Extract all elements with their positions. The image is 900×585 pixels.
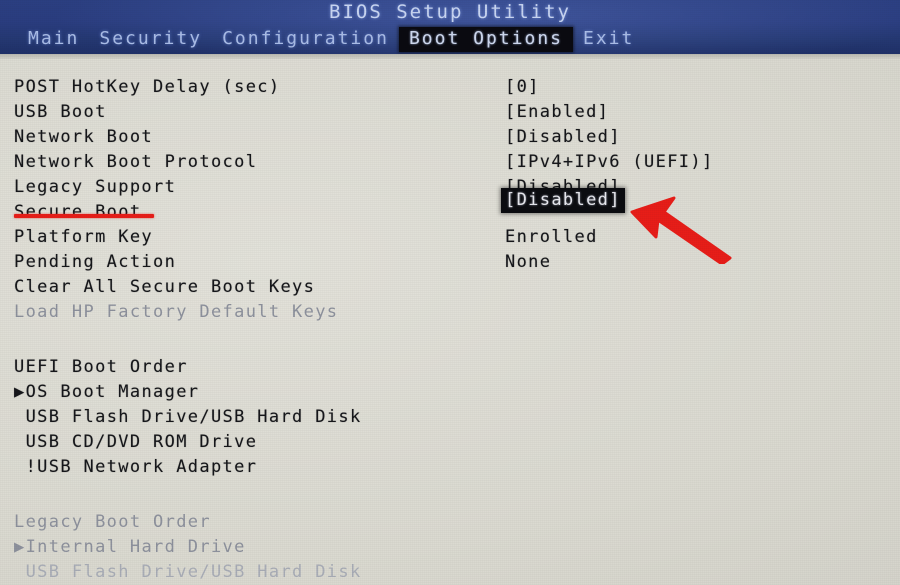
setting-label-usb-boot[interactable]: USB Boot xyxy=(14,103,107,122)
page-title: BIOS Setup Utility xyxy=(329,1,571,23)
uefi-boot-item-usb-flash-drive[interactable]: USB Flash Drive/USB Hard Disk xyxy=(14,408,362,427)
setting-label-pending-action: Pending Action xyxy=(14,252,177,272)
setting-value-post-hotkey-delay[interactable]: [0] xyxy=(505,78,540,97)
setting-value-network-boot[interactable]: [Disabled] xyxy=(505,128,621,147)
uefi-boot-item-label: OS Boot Manager xyxy=(25,382,200,402)
tab-boot-options[interactable]: Boot Options xyxy=(398,27,573,52)
uefi-boot-item-os-boot-manager[interactable]: ▶OS Boot Manager xyxy=(14,383,199,402)
legacy-boot-item-internal-hard-drive: ▶Internal Hard Drive xyxy=(14,538,246,557)
uefi-boot-item-label: USB Flash Drive/USB Hard Disk xyxy=(25,407,362,427)
setting-label-legacy-support[interactable]: Legacy Support xyxy=(14,178,176,197)
setting-label-post-hotkey-delay[interactable]: POST HotKey Delay (sec) xyxy=(14,78,280,97)
setting-label-load-hp-factory-default-keys: Load HP Factory Default Keys xyxy=(14,302,339,322)
setting-label-platform-key: Platform Key xyxy=(14,227,154,247)
setting-label-clear-all-secure-boot-keys[interactable]: Clear All Secure Boot Keys xyxy=(14,278,315,297)
list-marker xyxy=(14,432,26,452)
uefi-boot-item-label: USB Network Adapter xyxy=(37,457,258,477)
tab-security[interactable]: Security xyxy=(89,27,212,52)
menu-tab-bar: Main Security Configuration Boot Options… xyxy=(18,27,644,52)
uefi-boot-item-usb-cd-dvd-rom[interactable]: USB CD/DVD ROM Drive xyxy=(14,433,257,452)
setting-label-network-boot[interactable]: Network Boot xyxy=(14,128,153,147)
uefi-boot-item-label: USB CD/DVD ROM Drive xyxy=(25,432,258,452)
setting-value-platform-key: Enrolled xyxy=(505,227,598,247)
bios-header-bar: BIOS Setup Utility Main Security Configu… xyxy=(0,0,900,54)
list-marker xyxy=(14,407,26,427)
tab-configuration[interactable]: Configuration xyxy=(212,27,399,52)
setting-label-network-boot-protocol[interactable]: Network Boot Protocol xyxy=(14,153,257,172)
legacy-boot-order-heading: Legacy Boot Order xyxy=(14,512,211,532)
legacy-boot-item-usb-flash-drive: USB Flash Drive/USB Hard Disk xyxy=(14,563,362,582)
boot-options-pane: POST HotKey Delay (sec) USB Boot Network… xyxy=(0,59,900,585)
tab-exit[interactable]: Exit xyxy=(573,27,644,52)
setting-label-secure-boot[interactable]: Secure Boot xyxy=(14,203,141,222)
warning-marker-icon: ! xyxy=(14,457,38,477)
uefi-boot-order-heading: UEFI Boot Order xyxy=(14,357,188,377)
red-underline-annotation xyxy=(14,214,154,218)
setting-value-usb-boot[interactable]: [Enabled] xyxy=(505,103,609,122)
legacy-boot-item-label: Internal Hard Drive xyxy=(25,537,246,557)
selection-arrow-icon: ▶ xyxy=(14,382,26,402)
selection-arrow-icon: ▶ xyxy=(14,537,26,557)
setting-value-secure-boot-selected[interactable]: [Disabled] xyxy=(501,188,625,213)
uefi-boot-item-usb-network-adapter[interactable]: !USB Network Adapter xyxy=(14,458,257,477)
bios-setup-screen: BIOS Setup Utility Main Security Configu… xyxy=(0,0,900,585)
tab-main[interactable]: Main xyxy=(18,27,89,52)
legacy-boot-item-label: USB Flash Drive/USB Hard Disk xyxy=(25,562,362,582)
setting-value-network-boot-protocol[interactable]: [IPv4+IPv6 (UEFI)] xyxy=(505,153,714,172)
setting-value-pending-action: None xyxy=(505,252,552,272)
list-marker xyxy=(14,562,26,582)
